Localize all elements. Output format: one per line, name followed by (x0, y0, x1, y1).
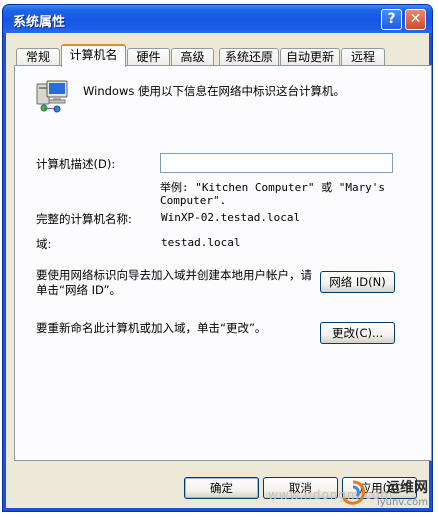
full-name-value: WinXP-02.testad.local (161, 211, 301, 224)
rename-description: 要重新命名此计算机或加入域，单击“更改”。 (36, 321, 267, 335)
tab-hardware[interactable]: 硬件 (127, 48, 170, 66)
change-button[interactable]: 更改(C)... (320, 322, 395, 344)
tab-advanced[interactable]: 高级 (171, 48, 214, 66)
tab-remote[interactable]: 远程 (341, 48, 385, 66)
close-button[interactable]: ✕ (405, 9, 426, 30)
description-label: 计算机描述(D): (36, 157, 116, 171)
tab-automatic-updates[interactable]: 自动更新 (280, 48, 340, 66)
tab-computer-name[interactable]: 计算机名 (61, 44, 126, 67)
window-title: 系统属性 (13, 15, 66, 30)
tab-strip: 常规 计算机名 硬件 高级 系统还原 自动更新 远程 (14, 44, 432, 67)
computer-description-input[interactable] (160, 153, 393, 173)
computer-name-panel: Windows 使用以下信息在网络中标识这台计算机。 计算机描述(D): 举例:… (14, 65, 432, 461)
domain-value: testad.local (161, 236, 241, 249)
domain-label: 域: (36, 237, 52, 251)
help-button[interactable]: ? (381, 9, 402, 30)
tab-system-restore[interactable]: 系统还原 (219, 48, 279, 66)
description-example: 举例: "Kitchen Computer" 或 "Mary's Compute… (160, 181, 386, 207)
title-bar[interactable]: 系统属性 ? ✕ (3, 5, 432, 33)
full-name-label: 完整的计算机名称: (36, 212, 132, 226)
dialog-client-area: 常规 计算机名 硬件 高级 系统还原 自动更新 远程 Windows 使用以下信… (6, 33, 432, 508)
network-id-button[interactable]: 网络 ID(N) (320, 271, 395, 293)
network-id-description: 要使用网络标识向导去加入域并创建本地用户帐户，请单击“网络 ID”。 (36, 268, 312, 297)
tab-general[interactable]: 常规 (16, 48, 60, 66)
watermark-url: www.iidongm.com (268, 488, 394, 502)
system-properties-window: 系统属性 ? ✕ 常规 计算机名 硬件 高级 系统还原 自动更新 远程 Wind… (2, 4, 433, 512)
computer-network-icon (36, 80, 68, 113)
ok-button[interactable]: 确定 (184, 477, 259, 499)
intro-text: Windows 使用以下信息在网络中标识这台计算机。 (83, 84, 345, 98)
